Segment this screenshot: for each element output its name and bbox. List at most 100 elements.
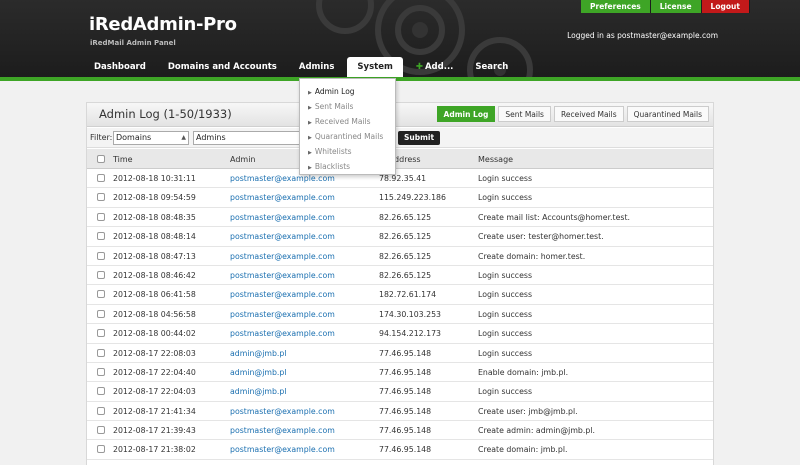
table-row: 2012-08-17 21:38:02 postmaster@example.co… bbox=[87, 440, 713, 460]
menu-item-label: Quarantined Mails bbox=[314, 132, 384, 141]
row-admin-link[interactable]: admin@jmb.pl bbox=[230, 387, 287, 396]
nav-dashboard[interactable]: Dashboard bbox=[85, 57, 155, 77]
row-ip: 182.72.61.174 bbox=[379, 290, 437, 300]
tab-received-mails[interactable]: Received Mails bbox=[553, 106, 624, 122]
row-checkbox[interactable] bbox=[97, 309, 105, 318]
row-admin-link[interactable]: postmaster@example.com bbox=[230, 426, 335, 435]
menu-item-received-mails[interactable]: ▶ Received Mails bbox=[300, 114, 395, 129]
menu-item-admin-log[interactable]: ▶ Admin Log bbox=[300, 84, 395, 99]
header-admin[interactable]: Admin bbox=[230, 155, 256, 164]
row-checkbox[interactable] bbox=[97, 290, 105, 299]
header-time[interactable]: Time bbox=[113, 155, 133, 164]
row-checkbox[interactable] bbox=[97, 367, 105, 376]
row-checkbox[interactable] bbox=[97, 348, 105, 357]
tab-quarantined-mails[interactable]: Quarantined Mails bbox=[626, 106, 709, 122]
main-nav: Dashboard Domains and Accounts Admins Sy… bbox=[85, 57, 521, 78]
scrollbar[interactable] bbox=[714, 148, 720, 465]
row-checkbox[interactable] bbox=[97, 251, 105, 260]
triangle-right-icon: ▶ bbox=[308, 90, 312, 96]
row-ip: 94.154.212.173 bbox=[379, 329, 442, 339]
menu-item-label: Received Mails bbox=[314, 117, 371, 126]
row-message: Login success bbox=[478, 270, 533, 280]
row-admin-link[interactable]: postmaster@example.com bbox=[230, 174, 335, 183]
row-checkbox[interactable] bbox=[97, 232, 105, 241]
table-row: 2012-08-18 09:54:59 postmaster@example.co… bbox=[87, 188, 713, 208]
logout-button[interactable]: Logout bbox=[701, 0, 750, 13]
triangle-right-icon: ▶ bbox=[308, 105, 312, 111]
nav-admins[interactable]: Admins bbox=[290, 57, 344, 77]
menu-item-whitelists[interactable]: ▶ Whitelists bbox=[300, 144, 395, 159]
row-time: 2012-08-18 00:44:02 bbox=[113, 329, 196, 339]
menu-item-label: Blacklists bbox=[314, 162, 351, 171]
row-admin-link[interactable]: postmaster@example.com bbox=[230, 232, 335, 241]
nav-domains-accounts[interactable]: Domains and Accounts bbox=[159, 57, 286, 77]
admin-filter-value: Admins bbox=[196, 133, 226, 142]
row-message: Login success bbox=[478, 387, 533, 397]
brand-title: iRedAdmin-Pro bbox=[89, 14, 237, 35]
license-button[interactable]: License bbox=[650, 0, 702, 13]
menu-item-label: Whitelists bbox=[314, 147, 352, 156]
row-admin-link[interactable]: admin@jmb.pl bbox=[230, 368, 287, 377]
admin-log-panel: Admin Log (1-50/1933) Admin Log Sent Mai… bbox=[86, 102, 714, 465]
row-admin-link[interactable]: postmaster@example.com bbox=[230, 407, 335, 416]
row-message: Login success bbox=[478, 193, 533, 203]
submit-button[interactable]: Submit bbox=[398, 131, 441, 145]
row-checkbox[interactable] bbox=[97, 387, 105, 396]
row-ip: 77.46.95.148 bbox=[379, 367, 432, 377]
row-message: Login success bbox=[478, 174, 533, 183]
row-checkbox[interactable] bbox=[97, 426, 105, 435]
row-admin-link[interactable]: postmaster@example.com bbox=[230, 445, 335, 454]
row-time: 2012-08-17 22:04:40 bbox=[113, 367, 196, 377]
header-accent-bar bbox=[0, 77, 800, 81]
row-admin-link[interactable]: postmaster@example.com bbox=[230, 329, 335, 338]
row-admin-link[interactable]: postmaster@example.com bbox=[230, 271, 335, 280]
row-admin-link[interactable]: postmaster@example.com bbox=[230, 290, 335, 299]
table-row: 2012-08-18 08:47:13 postmaster@example.co… bbox=[87, 247, 713, 266]
row-time: 2012-08-17 22:08:03 bbox=[113, 348, 196, 358]
row-checkbox[interactable] bbox=[97, 193, 105, 202]
triangle-right-icon: ▶ bbox=[308, 120, 312, 126]
nav-search[interactable]: Search bbox=[466, 57, 517, 77]
row-checkbox[interactable] bbox=[97, 445, 105, 454]
menu-item-quarantined-mails[interactable]: ▶ Quarantined Mails bbox=[300, 129, 395, 144]
tab-sent-mails[interactable]: Sent Mails bbox=[498, 106, 551, 122]
row-checkbox[interactable] bbox=[97, 174, 105, 182]
top-button-group: Preferences License Logout bbox=[581, 0, 750, 13]
row-message: Login success bbox=[478, 348, 533, 358]
filter-bar: Filter: Domains ▲ Admins Submit bbox=[87, 128, 713, 148]
row-ip: 82.26.65.125 bbox=[379, 251, 432, 261]
row-time: 2012-08-17 21:39:43 bbox=[113, 426, 196, 436]
select-all-checkbox[interactable] bbox=[97, 155, 105, 163]
row-checkbox[interactable] bbox=[97, 406, 105, 415]
tab-admin-log[interactable]: Admin Log bbox=[436, 106, 496, 122]
row-message: Login success bbox=[478, 290, 533, 300]
row-time: 2012-08-17 21:38:02 bbox=[113, 445, 196, 455]
admin-filter-select[interactable]: Admins bbox=[193, 131, 305, 145]
row-time: 2012-08-18 08:48:14 bbox=[113, 232, 196, 242]
row-admin-link[interactable]: postmaster@example.com bbox=[230, 310, 335, 319]
triangle-right-icon: ▶ bbox=[308, 135, 312, 141]
row-time: 2012-08-17 22:04:03 bbox=[113, 387, 196, 397]
page-title: Admin Log (1-50/1933) bbox=[99, 107, 232, 121]
row-admin-link[interactable]: postmaster@example.com bbox=[230, 213, 335, 222]
preferences-button[interactable]: Preferences bbox=[581, 0, 651, 13]
row-admin-link[interactable]: admin@jmb.pl bbox=[230, 349, 287, 358]
table-row: 2012-08-18 08:48:35 postmaster@example.co… bbox=[87, 208, 713, 228]
row-time: 2012-08-18 08:47:13 bbox=[113, 251, 196, 261]
nav-system[interactable]: System bbox=[347, 57, 403, 78]
row-ip: 82.26.65.125 bbox=[379, 212, 432, 222]
row-admin-link[interactable]: postmaster@example.com bbox=[230, 252, 335, 261]
row-ip: 77.46.95.148 bbox=[379, 387, 432, 397]
table-header: Time Admin IP Address Message bbox=[87, 149, 713, 169]
row-checkbox[interactable] bbox=[97, 212, 105, 221]
nav-add[interactable]: ✚ Add... bbox=[407, 57, 463, 77]
header-message[interactable]: Message bbox=[478, 155, 513, 164]
row-ip: 82.26.65.125 bbox=[379, 232, 432, 242]
row-admin-link[interactable]: postmaster@example.com bbox=[230, 193, 335, 202]
domain-filter-select[interactable]: Domains ▲ bbox=[113, 131, 189, 145]
triangle-right-icon: ▶ bbox=[308, 150, 312, 156]
menu-item-blacklists[interactable]: ▶ Blacklists bbox=[300, 159, 395, 174]
row-checkbox[interactable] bbox=[97, 270, 105, 279]
menu-item-sent-mails[interactable]: ▶ Sent Mails bbox=[300, 99, 395, 114]
row-checkbox[interactable] bbox=[97, 329, 105, 338]
